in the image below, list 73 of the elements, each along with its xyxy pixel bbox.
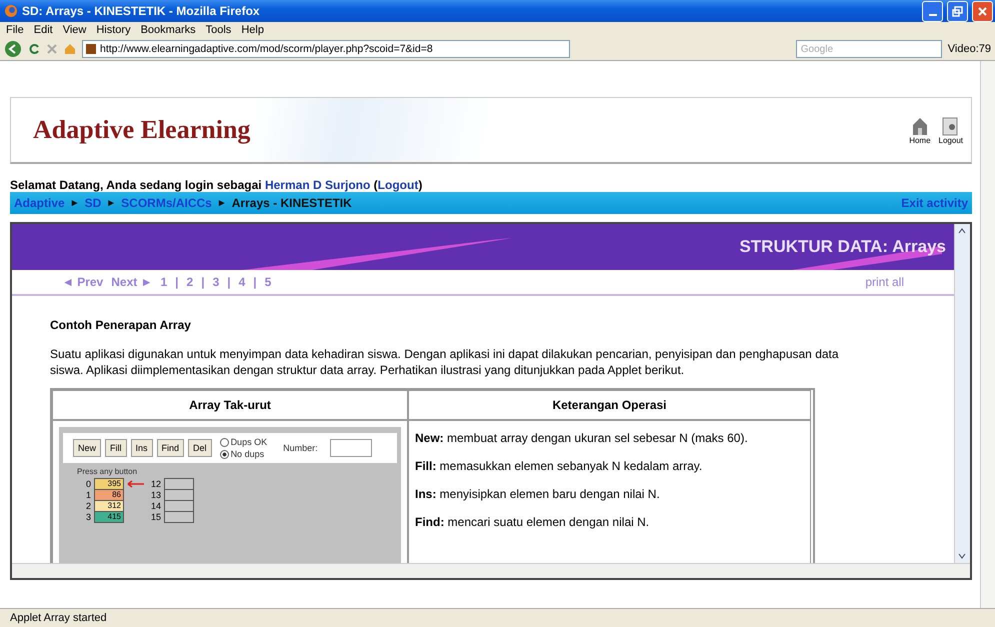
cell-index: 0 — [84, 478, 91, 488]
cell-index: 12 — [151, 478, 161, 488]
cell-index: 15 — [151, 512, 161, 522]
array-cell: 86 — [94, 488, 124, 500]
banner-title: STRUKTUR DATA: Arrays — [739, 237, 946, 257]
cell-index: 14 — [151, 500, 161, 510]
logout-link[interactable]: Logout — [378, 178, 418, 192]
restore-button[interactable] — [947, 0, 968, 22]
menu-item[interactable]: Help — [241, 24, 264, 36]
bookmark-link[interactable]: Video:79 — [948, 43, 991, 55]
status-bar-text: Applet Array started — [0, 608, 995, 627]
menu-item[interactable]: View — [62, 24, 86, 36]
operation-description: Ins: menyisipkan elemen baru dengan nilai N. — [415, 487, 661, 501]
breadcrumb-separator: ► — [216, 198, 227, 208]
menu-item[interactable]: Edit — [34, 24, 53, 36]
operation-description: Fill: memasukkan elemen sebanyak N kedalam array. — [415, 459, 704, 473]
welcome-text: Selamat Datang, Anda sedang login sebagai Herman D Surjono (Logout) — [10, 178, 424, 192]
close-icon — [977, 6, 988, 16]
operation-description: Find: mencari suatu elemen dengan nilai N. — [415, 515, 650, 529]
number-field[interactable] — [330, 439, 372, 457]
close-button[interactable] — [972, 0, 993, 22]
menu-item[interactable]: Bookmarks — [140, 24, 196, 36]
page-scrollbar[interactable] — [980, 61, 995, 608]
page-separator: | — [227, 275, 231, 289]
applet-button[interactable]: Find — [156, 439, 184, 457]
browser-logo-icon — [4, 4, 18, 18]
minimize-button[interactable] — [922, 0, 943, 22]
back-icon[interactable] — [4, 40, 22, 58]
applet-button[interactable]: Del — [188, 439, 212, 457]
breadcrumb-link[interactable]: Arrays - KINESTETIK — [232, 196, 352, 210]
minimize-icon — [928, 14, 936, 16]
breadcrumb-separator: ► — [106, 198, 116, 208]
cell-index: 2 — [84, 500, 91, 510]
applet-status: Press any button — [77, 467, 138, 476]
applet-button[interactable]: Ins — [130, 439, 153, 457]
section-heading: Contoh Penerapan Array — [50, 318, 192, 332]
array-cell — [164, 510, 194, 522]
page-separator: | — [201, 275, 205, 289]
applet-button[interactable]: Fill — [105, 439, 127, 457]
page-separator: | — [175, 275, 179, 289]
array-cell: 395 — [94, 478, 124, 490]
array-cell — [164, 488, 194, 500]
horizontal-scrollbar[interactable] — [12, 563, 970, 578]
operation-description: New: membuat array dengan ukuran sel sebesar N (maks 60). — [415, 431, 749, 445]
radio-option[interactable]: Dups OK — [220, 437, 268, 447]
reload-icon[interactable] — [28, 43, 40, 55]
restore-icon — [952, 6, 963, 16]
column-header: Keterangan Operasi — [408, 390, 811, 420]
frame-scrollbar[interactable] — [954, 224, 970, 563]
user-link[interactable]: Herman D Surjono — [264, 178, 370, 192]
cell-index: 3 — [84, 512, 91, 522]
radio-option[interactable]: No dups — [220, 449, 268, 459]
site-logo: Adaptive Elearning — [33, 115, 252, 145]
home-link[interactable]: Home — [909, 116, 931, 144]
cell-index: 13 — [151, 490, 161, 500]
menu-item[interactable]: Tools — [206, 24, 232, 36]
array-cell — [164, 500, 194, 512]
menu-item[interactable]: File — [6, 24, 24, 36]
breadcrumb-separator: ► — [70, 198, 80, 208]
page-separator: | — [253, 275, 257, 289]
menu-item[interactable]: History — [96, 24, 131, 36]
address-bar[interactable]: http://www.elearningadaptive.com/mod/scorm/player.php?scoid=7&id=8 — [82, 40, 570, 58]
logout-link[interactable]: Logout — [938, 116, 963, 144]
number-label: Number: — [283, 443, 318, 453]
array-cell: 415 — [94, 510, 124, 522]
cell-index: 1 — [84, 490, 91, 500]
house-icon — [912, 116, 928, 136]
applet-button[interactable]: New — [73, 439, 102, 457]
window-title: SD: Arrays - KINESTETIK - Mozilla Firefox — [22, 4, 261, 18]
column-header: Array Tak-urut — [52, 390, 408, 420]
array-cell — [164, 478, 194, 490]
array-cell: 312 — [94, 500, 124, 512]
intro-paragraph: Suatu aplikasi digunakan untuk menyimpan data kehadiran siswa. Dengan aplikasi ini dapat dilakukan pencarian, penyisipan dan penghapusan data siswa. Aplikasi diimplementasikan dengan struktur data array. Perhatikan ilustrasi yang ditunjukkan pada Applet berikut. — [50, 346, 840, 378]
